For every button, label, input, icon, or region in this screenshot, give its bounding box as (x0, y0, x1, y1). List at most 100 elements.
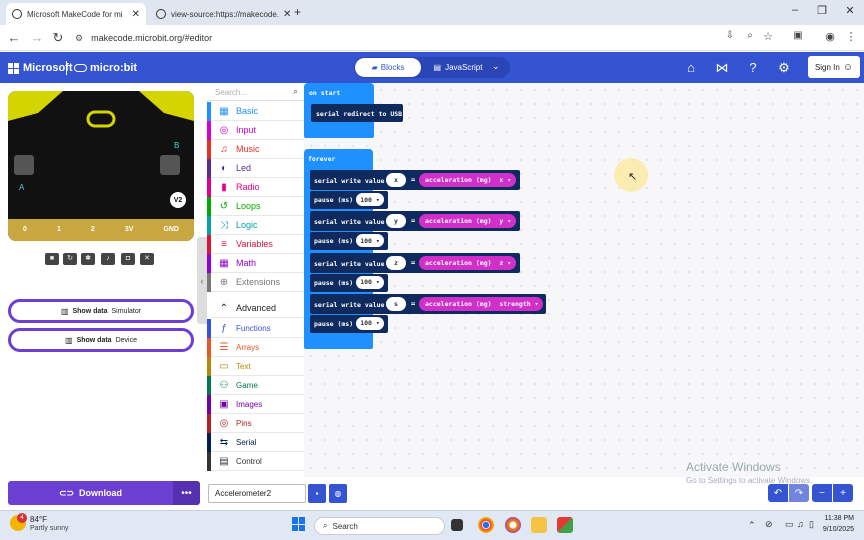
restart-icon[interactable]: ↻ (63, 253, 77, 265)
pause-block[interactable]: pause (ms) 100 ▾ (310, 191, 388, 209)
pause-value-dropdown[interactable]: 100 ▾ (356, 193, 384, 206)
menu-dots-icon[interactable]: ⋮ (843, 30, 859, 43)
microsoft-logo[interactable]: Microsoft (8, 62, 73, 74)
app-icon[interactable] (557, 517, 573, 533)
download-button[interactable]: ⊂⊃ Download (8, 481, 173, 505)
maximize-icon[interactable]: ❐ (812, 4, 832, 17)
axis-dropdown[interactable]: strength (499, 300, 530, 308)
toolbox-category-loops[interactable]: ↺ Loops (207, 196, 304, 216)
firefox-icon[interactable] (505, 517, 521, 533)
profile-icon[interactable]: ◉ (822, 30, 838, 43)
chrome-icon[interactable] (478, 517, 494, 533)
toolbox-category-input[interactable]: ◎ Input (207, 120, 304, 140)
reload-icon[interactable]: ↻ (50, 30, 66, 46)
screenshot-icon[interactable]: ◘ (121, 253, 135, 265)
toolbox-category-led[interactable]: ◐ Led (207, 158, 304, 178)
fullscreen-icon[interactable]: ✕ (140, 253, 154, 265)
toolbox-category-radio[interactable]: ▮ Radio (207, 177, 304, 197)
pin-3v[interactable]: 3V (125, 226, 134, 233)
search-icon[interactable]: ⌕ (293, 86, 298, 97)
share-icon[interactable]: ⋈ (714, 60, 730, 76)
value-name-field[interactable]: y (386, 214, 406, 229)
forward-icon[interactable]: → (29, 30, 45, 45)
pin-1[interactable]: 1 (57, 226, 61, 233)
microbit-logo[interactable]: micro:bit (74, 62, 137, 74)
stop-icon[interactable]: ■ (45, 253, 59, 265)
sidebar-icon[interactable]: ▣ (790, 30, 806, 41)
toolbox-category-pins[interactable]: ◎ Pins (207, 413, 304, 433)
toolbox-category-logic[interactable]: ⤨ Logic (207, 215, 304, 235)
zoom-icon[interactable]: ⌕ (742, 30, 758, 41)
toolbox-category-images[interactable]: ▣ Images (207, 394, 304, 414)
sign-in-button[interactable]: Sign In ☺ (808, 56, 860, 78)
toolbox-category-game[interactable]: ⚇ Game (207, 375, 304, 395)
toolbox-category-text[interactable]: ▭ Text (207, 356, 304, 376)
acceleration-block[interactable]: acceleration (mg) z ▾ (419, 255, 516, 270)
network-icon[interactable]: ⊘ (765, 519, 773, 530)
file-explorer-icon[interactable] (531, 517, 547, 533)
toolbox-category-basic[interactable]: ▦ Basic (207, 101, 304, 121)
toolbox-category-variables[interactable]: ≡ Variables (207, 234, 304, 254)
pin-gnd[interactable]: GND (163, 226, 179, 233)
toolbox-category-serial[interactable]: ⇆ Serial (207, 432, 304, 452)
tab-view-source[interactable]: view-source:https://makecode. ✕ (150, 3, 290, 25)
close-window-icon[interactable]: ✕ (840, 4, 860, 17)
button-a[interactable] (14, 155, 34, 175)
chevron-down-icon[interactable]: ⌄ (492, 61, 500, 72)
serial-redirect-block[interactable]: serial redirect to USB (311, 104, 403, 122)
undo-icon[interactable]: ↶ (768, 484, 788, 502)
close-tab-icon[interactable]: ✕ (128, 9, 140, 20)
pause-block[interactable]: pause (ms) 100 ▾ (310, 273, 388, 292)
download-more-button[interactable]: ••• (173, 481, 200, 505)
button-b[interactable] (160, 155, 180, 175)
site-info-icon[interactable]: ⚙ (75, 33, 83, 44)
project-name-input[interactable]: Accelerometer2 (208, 484, 306, 503)
pause-value-dropdown[interactable]: 100 ▾ (356, 234, 384, 248)
debug-icon[interactable]: ✱ (81, 253, 95, 265)
chevron-up-icon[interactable]: ⌃ (748, 520, 756, 531)
acceleration-block[interactable]: acceleration (mg) strength ▾ (419, 296, 543, 311)
value-name-field[interactable]: z (386, 255, 406, 270)
help-icon[interactable]: ? (745, 60, 761, 75)
toolbox-category-math[interactable]: ▦ Math (207, 253, 304, 273)
pause-block[interactable]: pause (ms) 100 ▾ (310, 314, 388, 333)
new-tab-button[interactable]: + (294, 5, 301, 19)
axis-dropdown[interactable]: x (499, 176, 503, 184)
clock-date[interactable]: 9/10/2025 (820, 526, 854, 533)
github-icon[interactable]: ◍ (329, 484, 347, 503)
windows-start-icon[interactable] (292, 517, 306, 531)
toolbox-category-functions[interactable]: ƒ Functions (207, 318, 304, 338)
task-view-icon[interactable] (451, 519, 463, 531)
battery-icon[interactable]: ▯ (809, 519, 814, 530)
pause-block[interactable]: pause (ms) 100 ▾ (310, 232, 388, 251)
install-app-icon[interactable]: ⇩ (722, 30, 738, 41)
toolbox-category-music[interactable]: ♫ Music (207, 139, 304, 159)
acceleration-block[interactable]: acceleration (mg) x ▾ (419, 173, 516, 187)
settings-gear-icon[interactable]: ⚙ (776, 60, 792, 76)
toolbox-category-arrays[interactable]: ☰ Arrays (207, 337, 304, 357)
pin-2[interactable]: 2 (91, 226, 95, 233)
close-tab-icon[interactable]: ✕ (279, 9, 290, 20)
axis-dropdown[interactable]: y (499, 217, 503, 225)
axis-dropdown[interactable]: z (499, 259, 503, 267)
minimize-icon[interactable]: – (785, 4, 805, 16)
zoom-out-icon[interactable]: − (812, 484, 832, 502)
show-data-device-button[interactable]: ▥ Show data Device (8, 328, 194, 352)
blocks-toggle-button[interactable]: ▰ Blocks (355, 58, 421, 77)
toolbox-category-control[interactable]: ▤ Control (207, 451, 304, 471)
pause-value-dropdown[interactable]: 100 ▾ (356, 275, 384, 289)
volume-icon[interactable]: ♫ (797, 519, 804, 529)
acceleration-block[interactable]: acceleration (mg) y ▾ (419, 214, 516, 229)
home-icon[interactable]: ⌂ (683, 60, 699, 75)
bookmark-star-icon[interactable]: ☆ (760, 30, 776, 43)
serial-write-value-block[interactable]: serial write value z = acceleration (mg) z … (310, 252, 520, 273)
back-icon[interactable]: ← (6, 30, 22, 45)
collapse-simulator-button[interactable]: ‹ (197, 237, 207, 324)
mute-icon[interactable]: ♪ (101, 253, 115, 265)
serial-write-value-block[interactable]: serial write value s = acceleration (mg) st… (310, 293, 546, 314)
zoom-in-icon[interactable]: + (833, 484, 853, 502)
microbit-simulator-board[interactable]: A B V2 0 1 2 3V GND (8, 91, 194, 241)
show-data-simulator-button[interactable]: ▥ Show data Simulator (8, 299, 194, 323)
value-name-field[interactable]: x (386, 173, 406, 187)
toolbox-category-extensions[interactable]: ⊕ Extensions (207, 272, 304, 292)
